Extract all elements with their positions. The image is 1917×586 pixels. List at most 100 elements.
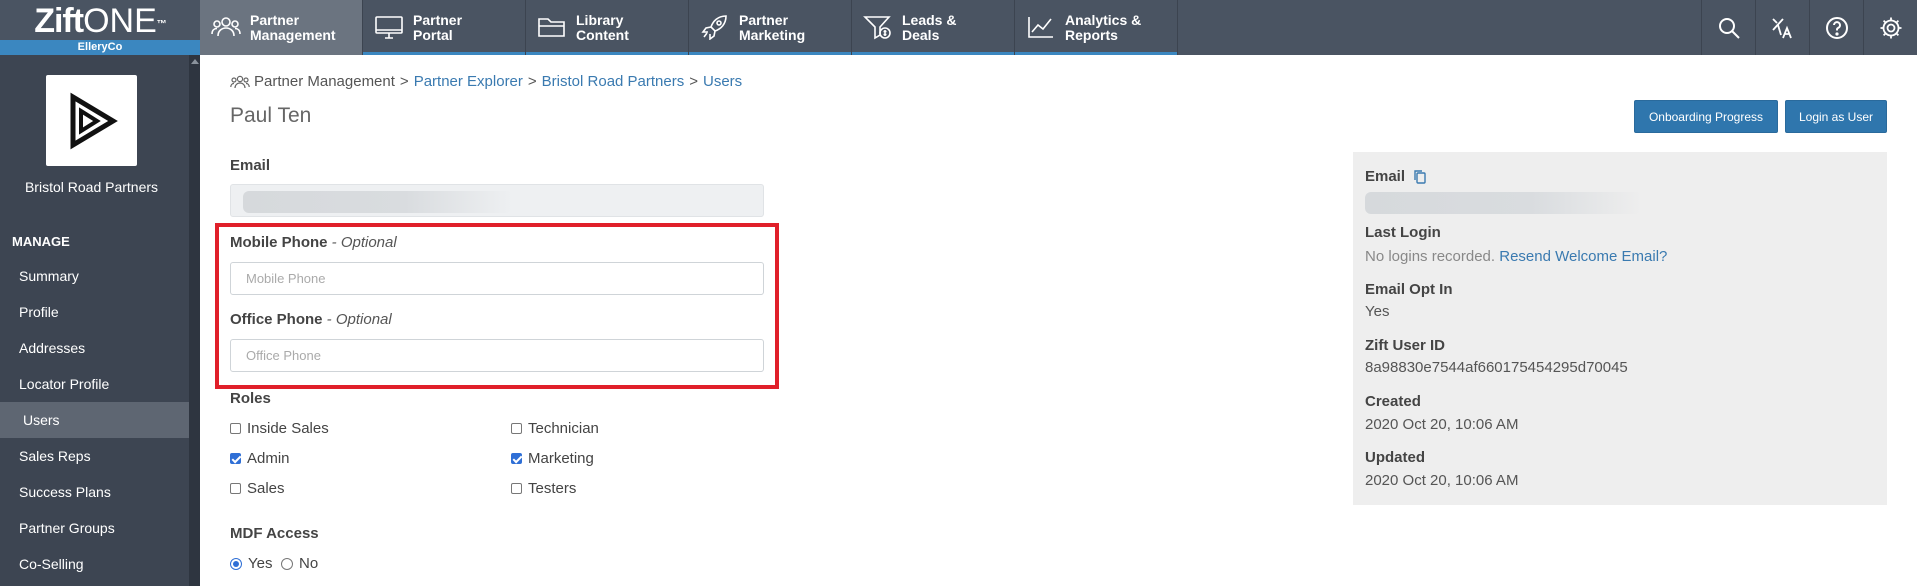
top-nav-bar: ZiftONE™ ElleryCo Partner Management Par… <box>0 0 1917 55</box>
copy-icon[interactable] <box>1413 169 1427 184</box>
nav-leads-deals[interactable]: Leads & Deals <box>852 0 1015 55</box>
last-login-value: No logins recorded. Resend Welcome Email… <box>1365 248 1668 265</box>
sidebar-menu: Summary Profile Addresses Locator Profil… <box>0 258 189 582</box>
sidebar-item-locator-profile[interactable]: Locator Profile <box>0 366 189 402</box>
gear-icon <box>1880 17 1901 38</box>
mdf-no-radio[interactable]: No <box>281 555 318 572</box>
funnel-dollar-icon <box>863 16 891 40</box>
search-icon <box>1718 17 1740 39</box>
line-chart-icon <box>1028 17 1053 38</box>
sidebar-item-users[interactable]: Users <box>0 402 189 438</box>
info-email-label: Email <box>1365 168 1427 185</box>
ziftone-logo: ZiftONE™ <box>34 2 167 40</box>
sidebar-item-success-plans[interactable]: Success Plans <box>0 474 189 510</box>
zift-user-id-value: 8a98830e7544af660175454295d70045 <box>1365 359 1628 376</box>
nav-partner-portal[interactable]: Partner Portal <box>363 0 526 55</box>
breadcrumb-separator: > <box>527 73 537 90</box>
office-phone-input[interactable]: Office Phone <box>230 339 764 372</box>
manage-heading: MANAGE <box>12 234 70 249</box>
checkbox-checked[interactable] <box>230 453 241 464</box>
nav-label: Analytics & Reports <box>1065 12 1142 43</box>
radio-selected[interactable] <box>230 557 242 570</box>
roles-label: Roles <box>230 390 271 407</box>
search-button[interactable] <box>1701 0 1755 55</box>
translate-button[interactable] <box>1755 0 1809 55</box>
brand[interactable]: ZiftONE™ ElleryCo <box>0 0 200 55</box>
nav-label: Partner Portal <box>413 12 463 43</box>
role-marketing[interactable]: Marketing <box>511 450 594 467</box>
created-value: 2020 Oct 20, 10:06 AM <box>1365 416 1519 433</box>
breadcrumb-partner-explorer[interactable]: Partner Explorer <box>414 73 523 90</box>
radio[interactable] <box>281 557 293 570</box>
email-label: Email <box>230 157 271 174</box>
user-info-panel: Email Last Login No logins recorded. Res… <box>1353 152 1887 505</box>
scroll-up-arrow[interactable] <box>191 59 199 64</box>
resend-welcome-email-link[interactable]: Resend Welcome Email? <box>1499 248 1667 265</box>
nav-label: Leads & Deals <box>902 12 957 43</box>
people-icon <box>230 75 250 88</box>
email-opt-in-label: Email Opt In <box>1365 281 1453 298</box>
nav-partner-management[interactable]: Partner Management <box>200 0 363 55</box>
redacted-email <box>243 191 513 213</box>
org-name: ElleryCo <box>0 40 200 55</box>
breadcrumb: Partner Management > Partner Explorer > … <box>230 73 742 90</box>
nav-partner-marketing[interactable]: Partner Marketing <box>689 0 852 55</box>
page-title: Paul Ten <box>230 104 312 127</box>
checkbox[interactable] <box>511 423 522 434</box>
play-triangle-logo <box>70 92 118 150</box>
mdf-access-label: MDF Access <box>230 525 319 542</box>
login-as-user-button[interactable]: Login as User <box>1785 100 1887 133</box>
checkbox[interactable] <box>230 423 241 434</box>
role-testers[interactable]: Testers <box>511 480 576 497</box>
mobile-phone-input[interactable]: Mobile Phone <box>230 262 764 295</box>
main-nav: Partner Management Partner Portal Librar… <box>200 0 1178 55</box>
sidebar-item-summary[interactable]: Summary <box>0 258 189 294</box>
created-label: Created <box>1365 393 1421 410</box>
sidebar-scrollbar[interactable] <box>189 55 200 586</box>
sidebar-item-sales-reps[interactable]: Sales Reps <box>0 438 189 474</box>
checkbox[interactable] <box>230 483 241 494</box>
sidebar-item-addresses[interactable]: Addresses <box>0 330 189 366</box>
checkbox-checked[interactable] <box>511 453 522 464</box>
people-icon <box>211 17 241 37</box>
rocket-icon <box>701 15 727 40</box>
breadcrumb-separator: > <box>689 73 698 90</box>
mdf-yes-radio[interactable]: Yes <box>230 555 272 572</box>
help-button[interactable] <box>1809 0 1863 55</box>
sidebar-item-partner-groups[interactable]: Partner Groups <box>0 510 189 546</box>
redacted-email <box>1365 192 1642 214</box>
checkbox[interactable] <box>511 483 522 494</box>
nav-analytics-reports[interactable]: Analytics & Reports <box>1015 0 1178 55</box>
onboarding-progress-button[interactable]: Onboarding Progress <box>1634 100 1778 133</box>
help-icon <box>1825 16 1848 39</box>
nav-label: Partner Management <box>250 12 336 43</box>
role-inside-sales[interactable]: Inside Sales <box>230 420 329 437</box>
translate-icon <box>1771 17 1792 38</box>
sidebar: Bristol Road Partners MANAGE Summary Pro… <box>0 55 200 586</box>
nav-label: Partner Marketing <box>739 12 806 43</box>
partner-logo <box>46 75 137 166</box>
role-technician[interactable]: Technician <box>511 420 599 437</box>
sidebar-item-co-selling[interactable]: Co-Selling <box>0 546 189 582</box>
partner-name: Bristol Road Partners <box>24 179 159 195</box>
breadcrumb-users[interactable]: Users <box>703 73 742 90</box>
folder-icon <box>538 18 565 37</box>
role-sales[interactable]: Sales <box>230 480 285 497</box>
updated-label: Updated <box>1365 449 1425 466</box>
office-phone-label: Office Phone - Optional <box>230 311 392 328</box>
role-admin[interactable]: Admin <box>230 450 290 467</box>
updated-value: 2020 Oct 20, 10:06 AM <box>1365 472 1519 489</box>
breadcrumb-partner[interactable]: Bristol Road Partners <box>542 73 685 90</box>
last-login-label: Last Login <box>1365 224 1441 241</box>
nav-label: Library Content <box>576 12 629 43</box>
email-field[interactable] <box>230 184 764 217</box>
mobile-phone-label: Mobile Phone - Optional <box>230 234 397 251</box>
settings-button[interactable] <box>1863 0 1917 55</box>
zift-user-id-label: Zift User ID <box>1365 337 1446 354</box>
sidebar-item-profile[interactable]: Profile <box>0 294 189 330</box>
nav-library-content[interactable]: Library Content <box>526 0 689 55</box>
email-opt-in-value: Yes <box>1365 303 1390 320</box>
toolbar-icons <box>1701 0 1917 55</box>
breadcrumb-separator: > <box>399 73 409 90</box>
breadcrumb-root: Partner Management <box>254 73 395 90</box>
